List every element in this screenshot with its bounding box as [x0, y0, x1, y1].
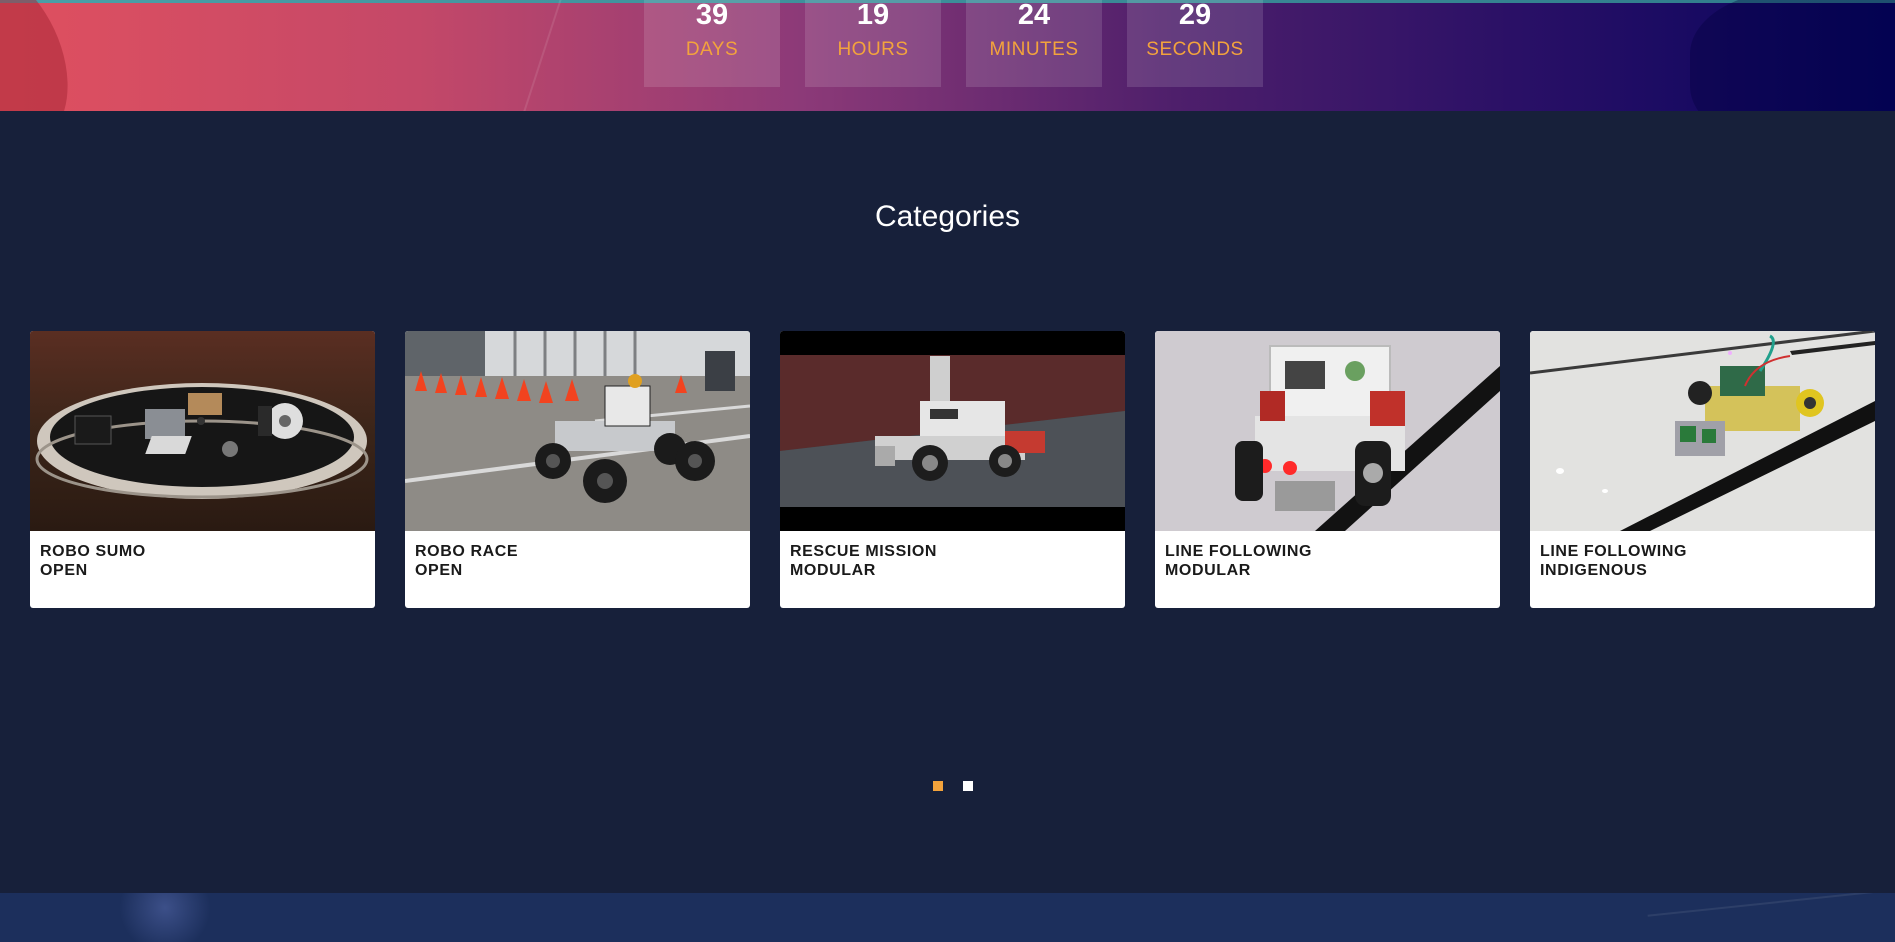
- category-card-robo-race[interactable]: ROBO RACE OPEN: [405, 331, 750, 608]
- robo-sumo-image: [30, 331, 375, 531]
- category-type: OPEN: [40, 562, 88, 579]
- category-type: INDIGENOUS: [1540, 562, 1648, 579]
- banner-decoration: [0, 0, 95, 111]
- pagination-dot-2[interactable]: [963, 781, 973, 791]
- countdown-days-label: DAYS: [685, 39, 739, 60]
- category-card-robo-sumo[interactable]: ROBO SUMO OPEN: [30, 331, 375, 608]
- category-title: LINE FOLLOWING INDIGENOUS: [1530, 531, 1875, 580]
- category-name: ROBO RACE: [415, 543, 519, 560]
- countdown-timer: 39 DAYS 19 HOURS 24 MINUTES 29 SECONDS: [644, 0, 1263, 87]
- next-section-banner: [0, 893, 1895, 942]
- rescue-mission-image: [780, 331, 1125, 531]
- category-card-line-following-modular[interactable]: LINE FOLLOWING MODULAR: [1155, 331, 1500, 608]
- line-following-modular-image: [1155, 331, 1500, 531]
- countdown-days-value: 39: [695, 0, 729, 31]
- countdown-minutes-label: MINUTES: [989, 39, 1079, 60]
- category-title: ROBO SUMO OPEN: [30, 531, 375, 580]
- categories-carousel: ROBO SUMO OPEN ROBO RACE OPEN RESCUE MIS…: [30, 331, 1875, 608]
- carousel-pagination: [933, 781, 973, 791]
- decorative-graphic: [1647, 893, 1895, 942]
- countdown-hours-label: HOURS: [837, 39, 909, 60]
- countdown-hours: 19 HOURS: [805, 0, 941, 87]
- robo-race-image: [405, 331, 750, 531]
- countdown-seconds-value: 29: [1178, 0, 1212, 31]
- line-following-indigenous-image: [1530, 331, 1875, 531]
- category-name: RESCUE MISSION: [790, 543, 938, 560]
- countdown-hours-value: 19: [856, 0, 890, 31]
- categories-title: Categories: [874, 200, 1021, 233]
- category-card-line-following-indigenous[interactable]: LINE FOLLOWING INDIGENOUS: [1530, 331, 1875, 608]
- banner-decoration: [1690, 0, 1895, 111]
- category-title: LINE FOLLOWING MODULAR: [1155, 531, 1500, 580]
- countdown-seconds-label: SECONDS: [1146, 39, 1244, 60]
- category-name: LINE FOLLOWING: [1540, 543, 1688, 560]
- banner-decoration: [515, 0, 567, 111]
- pagination-dot-1[interactable]: [933, 781, 943, 791]
- category-title: ROBO RACE OPEN: [405, 531, 750, 580]
- category-name: LINE FOLLOWING: [1165, 543, 1313, 560]
- countdown-minutes: 24 MINUTES: [966, 0, 1102, 87]
- countdown-seconds: 29 SECONDS: [1127, 0, 1263, 87]
- countdown-minutes-value: 24: [1017, 0, 1051, 31]
- countdown-days: 39 DAYS: [644, 0, 780, 87]
- category-type: OPEN: [415, 562, 463, 579]
- category-type: MODULAR: [790, 562, 876, 579]
- countdown-banner: 39 DAYS 19 HOURS 24 MINUTES 29 SECONDS: [0, 0, 1895, 111]
- category-title: RESCUE MISSION MODULAR: [780, 531, 1125, 580]
- decorative-graphic: [110, 893, 220, 942]
- category-type: MODULAR: [1165, 562, 1251, 579]
- category-name: ROBO SUMO: [40, 543, 146, 560]
- category-card-rescue-mission[interactable]: RESCUE MISSION MODULAR: [780, 331, 1125, 608]
